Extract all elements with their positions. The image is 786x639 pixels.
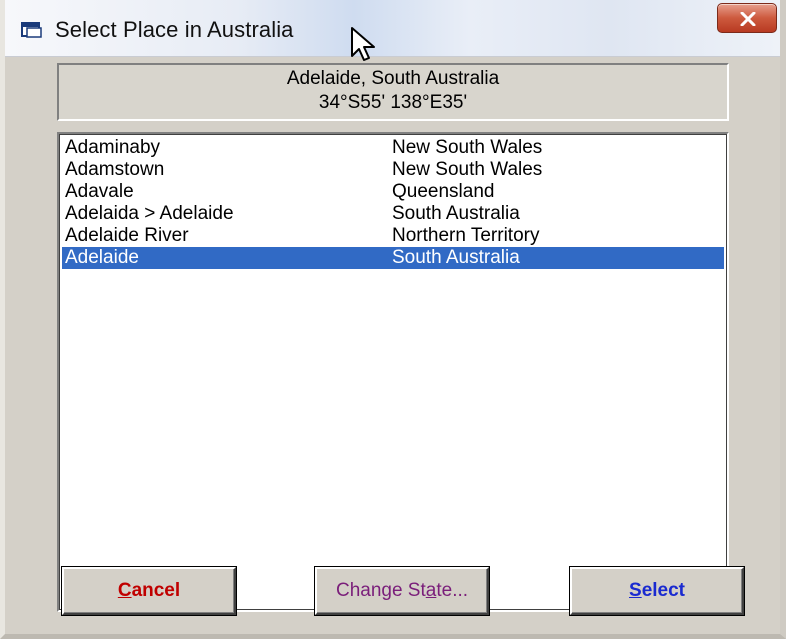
places-listbox[interactable]: Adaminaby New South Wales Adamstown New Sou… [57,132,729,612]
place-state: South Australia [392,203,520,224]
cancel-mnemonic: C [117,580,132,601]
place-name: Adelaide [65,247,139,268]
list-item[interactable]: Adavale Queensland [62,181,724,203]
title-bar[interactable]: Select Place in Australia [5,0,780,57]
close-icon [740,12,756,26]
change-state-label-before: Change St [335,580,426,601]
close-button[interactable] [717,3,777,33]
select-label-rest: elect [641,580,685,601]
list-item[interactable]: Adelaide South Australia [62,247,724,269]
place-state: New South Wales [392,137,543,158]
place-name: Adelaida > Adelaide [65,203,234,224]
list-item[interactable]: Adamstown New South Wales [62,159,724,181]
change-state-button[interactable]: Change State... [314,566,490,616]
selected-place-panel: Adelaide, South Australia 34°S55' 138°E3… [57,63,729,121]
select-button[interactable]: Select [569,566,745,616]
list-item[interactable]: Adelaida > Adelaide South Australia [62,203,724,225]
places-list: Adaminaby New South Wales Adamstown New Sou… [62,137,724,269]
window-icon [21,22,42,38]
place-state: Queensland [392,181,495,202]
place-name: Adelaide River [65,225,189,246]
place-name: Adavale [65,181,134,202]
place-name: Adamstown [65,159,165,180]
place-state: New South Wales [392,159,543,180]
change-state-label-after: te... [436,580,469,601]
cancel-button[interactable]: Cancel [61,566,237,616]
place-name: Adaminaby [65,137,161,158]
list-item[interactable]: Adelaide River Northern Territory [62,225,724,247]
mouse-cursor-icon [351,27,375,61]
window-title: Select Place in Australia [55,17,294,42]
selected-place-coordinates: 34°S55' 138°E35' [318,92,468,113]
list-item[interactable]: Adaminaby New South Wales [62,137,724,159]
select-mnemonic: S [629,580,642,601]
cancel-label-rest: ancel [131,580,181,601]
dialog-window: Select Place in Australia Adelaide, Sout… [0,0,786,639]
change-state-mnemonic: a [425,580,437,601]
place-state: South Australia [392,247,520,268]
place-state: Northern Territory [392,225,540,246]
selected-place-name: Adelaide, South Australia [286,68,500,89]
